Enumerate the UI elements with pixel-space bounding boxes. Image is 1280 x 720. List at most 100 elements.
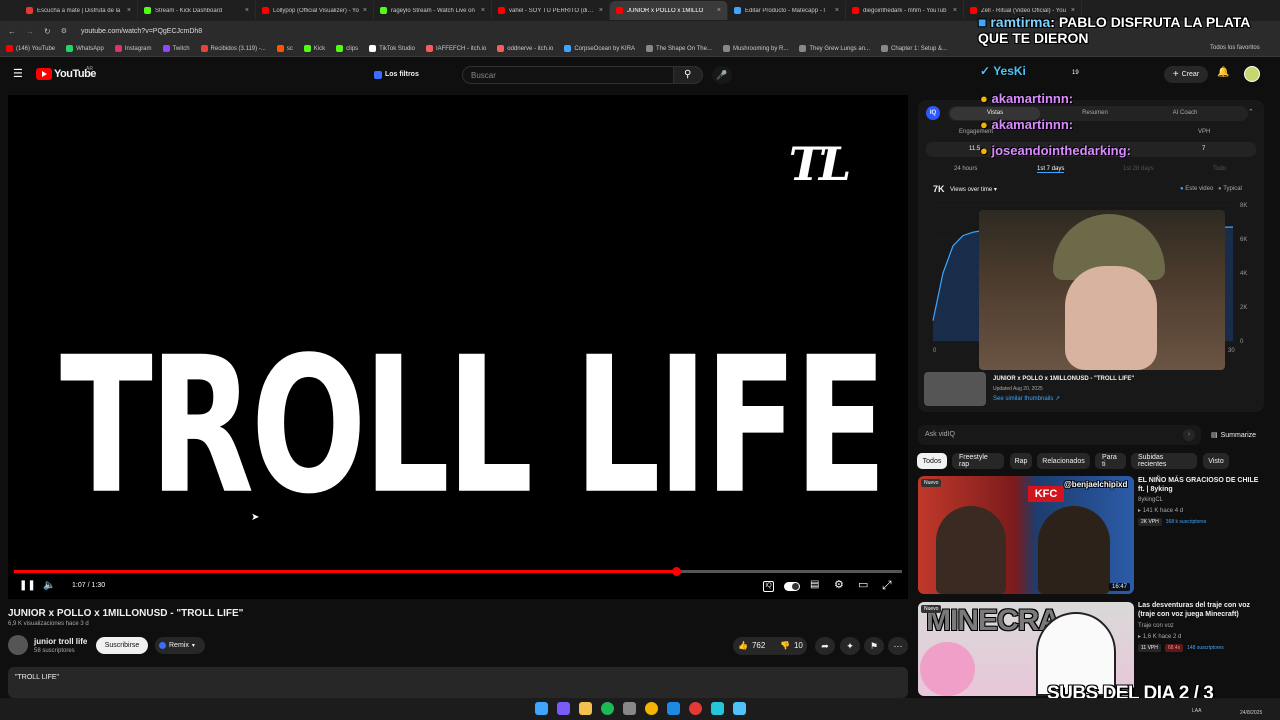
- browser-tab[interactable]: diegointhedark - mhm - YouTub ×: [846, 1, 964, 20]
- rec-title[interactable]: EL NIÑO MÁS GRACIOSO DE CHILE ft. | 8yki…: [1138, 476, 1264, 494]
- taskbar-app-icon[interactable]: [623, 702, 636, 715]
- subscribe-button[interactable]: Suscribirse: [96, 637, 148, 654]
- filter-chip[interactable]: Subidas recientes: [1131, 453, 1197, 469]
- bookmark-item[interactable]: IAFFEFCH - itch.io: [425, 45, 486, 52]
- rec-title[interactable]: Las desventuras del traje con voz (traje…: [1138, 601, 1264, 619]
- close-tab-icon[interactable]: ×: [599, 7, 603, 14]
- range-all[interactable]: Todo: [1213, 166, 1226, 172]
- bookmark-item[interactable]: sc: [276, 45, 293, 52]
- video-player[interactable]: TROLL LIFE TL: [8, 95, 908, 599]
- rec-channel[interactable]: Traje con voz: [1138, 623, 1174, 629]
- filter-chip[interactable]: Para ti: [1095, 453, 1126, 469]
- channel-avatar[interactable]: [8, 635, 28, 655]
- windows-start-icon[interactable]: [535, 702, 548, 715]
- filter-chip[interactable]: Freestyle rap: [952, 453, 1004, 469]
- chrome-icon[interactable]: [645, 702, 658, 715]
- filter-chip[interactable]: Visto: [1203, 453, 1229, 469]
- sparkle-icon[interactable]: ✦: [840, 637, 860, 655]
- bookmark-item[interactable]: Recibidos (3.119) -...: [200, 45, 266, 52]
- create-button[interactable]: + Crear: [1164, 66, 1208, 83]
- vidiq-tab-ai-coach[interactable]: AI Coach: [1140, 107, 1230, 120]
- close-tab-icon[interactable]: ×: [127, 7, 131, 14]
- remix-button[interactable]: Remix ▾: [155, 637, 205, 654]
- forward-icon[interactable]: →: [26, 27, 34, 36]
- bookmark-item[interactable]: Mushrooming by R...: [722, 45, 788, 52]
- bookmark-item[interactable]: (146) YouTube: [6, 45, 55, 52]
- theater-mode-icon[interactable]: ▭: [858, 580, 868, 591]
- description-box[interactable]: "TROLL LIFE": [8, 667, 908, 698]
- pause-icon[interactable]: ❚❚: [19, 581, 36, 591]
- avatar[interactable]: [1244, 66, 1260, 82]
- bookmark-item[interactable]: Instagram: [114, 45, 152, 52]
- bookmark-item[interactable]: TikTok Studio: [369, 45, 415, 52]
- close-tab-icon[interactable]: ×: [835, 7, 839, 14]
- close-tab-icon[interactable]: ×: [481, 7, 485, 14]
- views-dropdown[interactable]: Views over time ▾: [950, 186, 997, 193]
- site-info-icon[interactable]: ⚙: [61, 27, 67, 35]
- range-28days[interactable]: 1st 28 days: [1123, 166, 1154, 172]
- close-tab-icon[interactable]: ×: [953, 7, 957, 14]
- browser-tab[interactable]: Editar Producto - Matecapp - I ×: [728, 1, 846, 20]
- file-explorer-icon[interactable]: [579, 702, 592, 715]
- notifications-bell-icon[interactable]: 🔔: [1217, 67, 1229, 78]
- voice-search-icon[interactable]: 🎤: [712, 66, 732, 84]
- close-tab-icon[interactable]: ×: [363, 7, 367, 14]
- taskbar-app-icon[interactable]: [557, 702, 570, 715]
- youtube-logo-icon[interactable]: [36, 68, 52, 80]
- range-24h[interactable]: 24 hours: [954, 166, 977, 172]
- menu-icon[interactable]: ☰: [13, 69, 23, 80]
- settings-gear-icon[interactable]: ⚙: [834, 580, 844, 591]
- progress-scrubber[interactable]: [671, 567, 681, 576]
- save-bookmark-icon[interactable]: ⚑: [864, 637, 884, 655]
- browser-tab[interactable]: Lollypop (Official Visualizer) - Yo ×: [256, 1, 374, 20]
- like-button[interactable]: 👍 762: [738, 641, 765, 650]
- close-tab-icon[interactable]: ×: [717, 7, 721, 14]
- close-tab-icon[interactable]: ×: [245, 7, 249, 14]
- bookmark-item[interactable]: clips: [336, 45, 358, 52]
- bookmark-item[interactable]: WhatsApp: [66, 45, 104, 52]
- progress-bar[interactable]: [14, 567, 902, 576]
- close-tab-icon[interactable]: ×: [1071, 7, 1075, 14]
- bookmark-item[interactable]: oddnerve - itch.io: [497, 45, 553, 52]
- autoplay-toggle[interactable]: [784, 582, 800, 591]
- taskbar-app-icon[interactable]: [733, 702, 746, 715]
- url-text[interactable]: youtube.com/watch?v=PQgECJcmDh8: [81, 28, 202, 35]
- more-actions-icon[interactable]: ⋯: [888, 637, 908, 655]
- bookmark-item[interactable]: The Shape On The...: [646, 45, 712, 52]
- browser-tab[interactable]: Stream - Kick Dashboard ×: [138, 1, 256, 20]
- rec-thumbnail[interactable]: MINECRA Nuevo: [918, 602, 1134, 696]
- back-icon[interactable]: ←: [8, 27, 16, 36]
- taskbar-app-icon[interactable]: [711, 702, 724, 715]
- vidiq-player-icon[interactable]: IQ: [763, 581, 774, 592]
- browser-tab[interactable]: vahel - SOY TU PERRITO (dir @ ×: [492, 1, 610, 20]
- bookmark-item[interactable]: They Grew Lungs an...: [799, 45, 870, 52]
- bookmark-item[interactable]: Chapter 1: Setup &...: [881, 45, 947, 52]
- spotify-icon[interactable]: [601, 702, 614, 715]
- browser-tab[interactable]: JUNIOR x POLLO x 1MILLO ×: [610, 1, 728, 20]
- similar-thumbnails-link[interactable]: See similar thumbnails ↗: [993, 395, 1060, 402]
- dislike-button[interactable]: 👎 10: [780, 641, 803, 650]
- language-indicator[interactable]: LAA: [1192, 708, 1201, 714]
- share-icon[interactable]: ➦: [815, 637, 835, 655]
- filter-chip[interactable]: Todos: [917, 453, 947, 469]
- range-7days[interactable]: 1st 7 days: [1037, 166, 1065, 173]
- browser-tab[interactable]: Escucha a mate | Disfruta de la ×: [20, 1, 138, 20]
- collapse-chevron-icon[interactable]: ⌃: [1248, 108, 1254, 116]
- browser-tab[interactable]: rageylo Stream - Watch Live on ×: [374, 1, 492, 20]
- search-button[interactable]: ⚲: [673, 66, 703, 84]
- reload-icon[interactable]: ↻: [44, 27, 51, 36]
- subtitles-icon[interactable]: ▤: [810, 580, 819, 590]
- filter-chip[interactable]: Rap: [1010, 453, 1032, 469]
- ask-vidiq-input[interactable]: Ask vidIQ ›: [918, 425, 1201, 445]
- filter-chip[interactable]: Relacionados: [1037, 453, 1090, 469]
- filters-button[interactable]: Los filtros: [370, 68, 423, 81]
- taskbar-app-icon[interactable]: [689, 702, 702, 715]
- bookmark-item[interactable]: CorpseOcean by KIRA: [564, 45, 635, 52]
- send-icon[interactable]: ›: [1183, 429, 1195, 441]
- bookmark-item[interactable]: Kick: [303, 45, 325, 52]
- volume-icon[interactable]: 🔈: [43, 581, 55, 591]
- summarize-button[interactable]: ▤ Summarize: [1211, 431, 1256, 440]
- rec-channel[interactable]: 8ykingCL: [1138, 497, 1163, 503]
- channel-name[interactable]: junior troll life: [34, 637, 87, 646]
- search-input[interactable]: Buscar: [462, 66, 674, 84]
